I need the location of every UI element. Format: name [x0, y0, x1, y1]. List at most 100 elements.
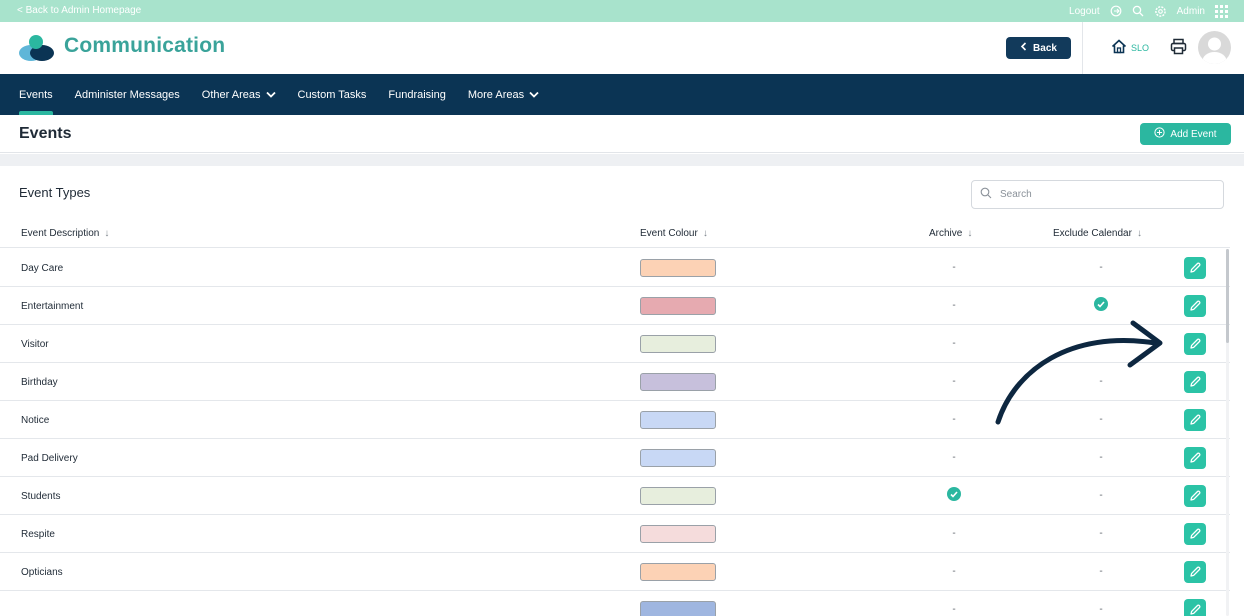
edit-event-button[interactable]	[1184, 599, 1206, 616]
add-event-button[interactable]: Add Event	[1140, 123, 1231, 145]
exclude-calendar-dash: -	[1099, 262, 1103, 273]
scrollbar-thumb[interactable]	[1226, 249, 1229, 343]
search-box[interactable]	[971, 180, 1224, 209]
table-row: Pad Delivery - -	[0, 439, 1230, 477]
edit-event-button[interactable]	[1184, 447, 1206, 469]
logout-icon[interactable]	[1110, 5, 1122, 17]
nav-item-label: Administer Messages	[74, 88, 180, 101]
pencil-icon	[1188, 489, 1202, 503]
event-description-cell: Birthday	[21, 377, 58, 388]
edit-event-button[interactable]	[1184, 409, 1206, 431]
table-row: --	[0, 591, 1230, 616]
archive-dash: -	[952, 604, 956, 615]
pencil-icon	[1188, 565, 1202, 579]
archive-dash: -	[952, 262, 956, 273]
column-header-archive[interactable]: Archive ↓	[929, 228, 972, 239]
table-row: Respite - -	[0, 515, 1230, 553]
curved-arrow-annotation	[990, 315, 1175, 435]
event-colour-swatch	[640, 487, 716, 505]
arrow-down-icon: ↓	[702, 228, 708, 239]
pencil-icon	[1188, 451, 1202, 465]
exclude-calendar-dash: -	[1099, 566, 1103, 577]
back-to-admin-link[interactable]: < Back to Admin Homepage	[17, 5, 141, 16]
back-button-label: Back	[1033, 42, 1057, 54]
back-button[interactable]: Back	[1006, 37, 1071, 59]
pencil-icon	[1188, 375, 1202, 389]
event-colour-swatch	[640, 449, 716, 467]
arrow-down-icon: ↓	[967, 228, 973, 239]
nav-item-events[interactable]: Events	[19, 74, 53, 115]
gear-icon[interactable]	[1154, 5, 1167, 18]
table-row: Day Care - -	[0, 249, 1230, 287]
section-divider	[0, 154, 1244, 166]
printer-icon[interactable]	[1170, 38, 1187, 60]
nav-item-label: More Areas	[467, 88, 525, 101]
vertical-scrollbar[interactable]	[1226, 249, 1229, 616]
header-divider	[1082, 22, 1083, 74]
edit-event-button[interactable]	[1184, 523, 1206, 545]
nav-item-fundraising[interactable]: Fundraising	[388, 74, 445, 115]
event-description-cell: Entertainment	[21, 301, 84, 312]
nav-item-label: Fundraising	[388, 88, 446, 101]
archive-dash: -	[952, 528, 956, 539]
pencil-icon	[1188, 413, 1202, 427]
edit-event-button[interactable]	[1184, 485, 1206, 507]
event-description-cell: Respite	[21, 529, 55, 540]
communication-logo	[18, 34, 56, 62]
chevron-down-icon	[265, 89, 276, 101]
nav-item-more-areas[interactable]: More Areas	[468, 74, 539, 115]
edit-event-button[interactable]	[1184, 371, 1206, 393]
search-icon	[980, 186, 992, 204]
exclude-calendar-dash: -	[1099, 528, 1103, 539]
event-colour-swatch	[640, 373, 716, 391]
chevron-left-icon	[1020, 42, 1027, 54]
event-description-cell: Students	[21, 491, 61, 502]
nav-item-label: Events	[19, 88, 53, 101]
card-title: Event Types	[19, 185, 91, 200]
pencil-icon	[1188, 337, 1202, 351]
nav-item-label: Custom Tasks	[297, 88, 367, 101]
page-title: Events	[19, 125, 72, 142]
check-circle-icon	[1091, 297, 1111, 311]
exclude-calendar-dash: -	[1099, 490, 1103, 501]
event-colour-swatch	[640, 601, 716, 616]
logout-link[interactable]: Logout	[1069, 6, 1100, 17]
event-colour-swatch	[640, 297, 716, 315]
nav-item-administer-messages[interactable]: Administer Messages	[75, 74, 180, 115]
column-header-event-colour[interactable]: Event Colour ↓	[640, 228, 708, 239]
edit-event-button[interactable]	[1184, 257, 1206, 279]
search-icon[interactable]	[1132, 5, 1144, 17]
nav-item-label: Other Areas	[201, 88, 261, 101]
column-header-label: Event Colour	[640, 228, 698, 239]
event-colour-swatch	[640, 525, 716, 543]
column-header-exclude-calendar[interactable]: Exclude Calendar ↓	[1053, 228, 1142, 239]
main-nav: Events Administer Messages Other Areas C…	[0, 74, 1244, 115]
check-circle-icon	[944, 487, 964, 501]
event-colour-swatch	[640, 335, 716, 353]
event-description-cell: Notice	[21, 415, 50, 426]
app-header: Communication Back SLO	[0, 22, 1244, 74]
nav-item-other-areas[interactable]: Other Areas	[202, 74, 276, 115]
admin-label[interactable]: Admin	[1177, 6, 1205, 17]
top-strip-right: Logout Admin	[1069, 3, 1228, 19]
archive-dash: -	[952, 338, 956, 349]
nav-item-custom-tasks[interactable]: Custom Tasks	[298, 74, 367, 115]
archive-dash: -	[952, 414, 956, 425]
edit-event-button[interactable]	[1184, 295, 1206, 317]
user-avatar[interactable]	[1198, 31, 1231, 64]
edit-event-button[interactable]	[1184, 333, 1206, 355]
event-colour-swatch	[640, 259, 716, 277]
edit-event-button[interactable]	[1184, 561, 1206, 583]
search-input[interactable]	[1000, 189, 1210, 200]
archive-dash: -	[952, 566, 956, 577]
event-description-cell: Day Care	[21, 263, 64, 274]
home-button[interactable]: SLO	[1111, 39, 1149, 56]
archive-dash: -	[952, 376, 956, 387]
pencil-icon	[1188, 261, 1202, 275]
archive-dash: -	[952, 452, 956, 463]
event-description-cell: Visitor	[21, 339, 49, 350]
column-header-event-description[interactable]: Event Description ↓	[21, 228, 109, 239]
pencil-icon	[1188, 527, 1202, 541]
event-description-cell: Pad Delivery	[21, 453, 78, 464]
apps-grid-icon[interactable]	[1215, 4, 1228, 18]
